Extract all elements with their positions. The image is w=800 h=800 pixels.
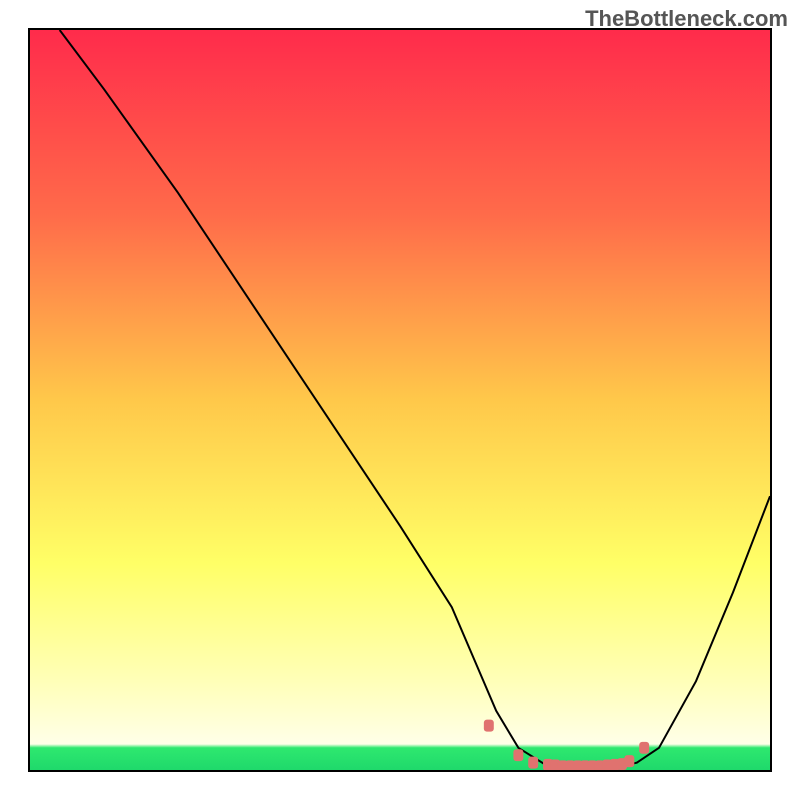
watermark-label: TheBottleneck.com [585,6,788,32]
chart-container: TheBottleneck.com [0,0,800,800]
plot-area [28,28,772,772]
bottleneck-curve [60,30,770,768]
valley-markers [484,720,649,770]
curve-layer [30,30,770,770]
